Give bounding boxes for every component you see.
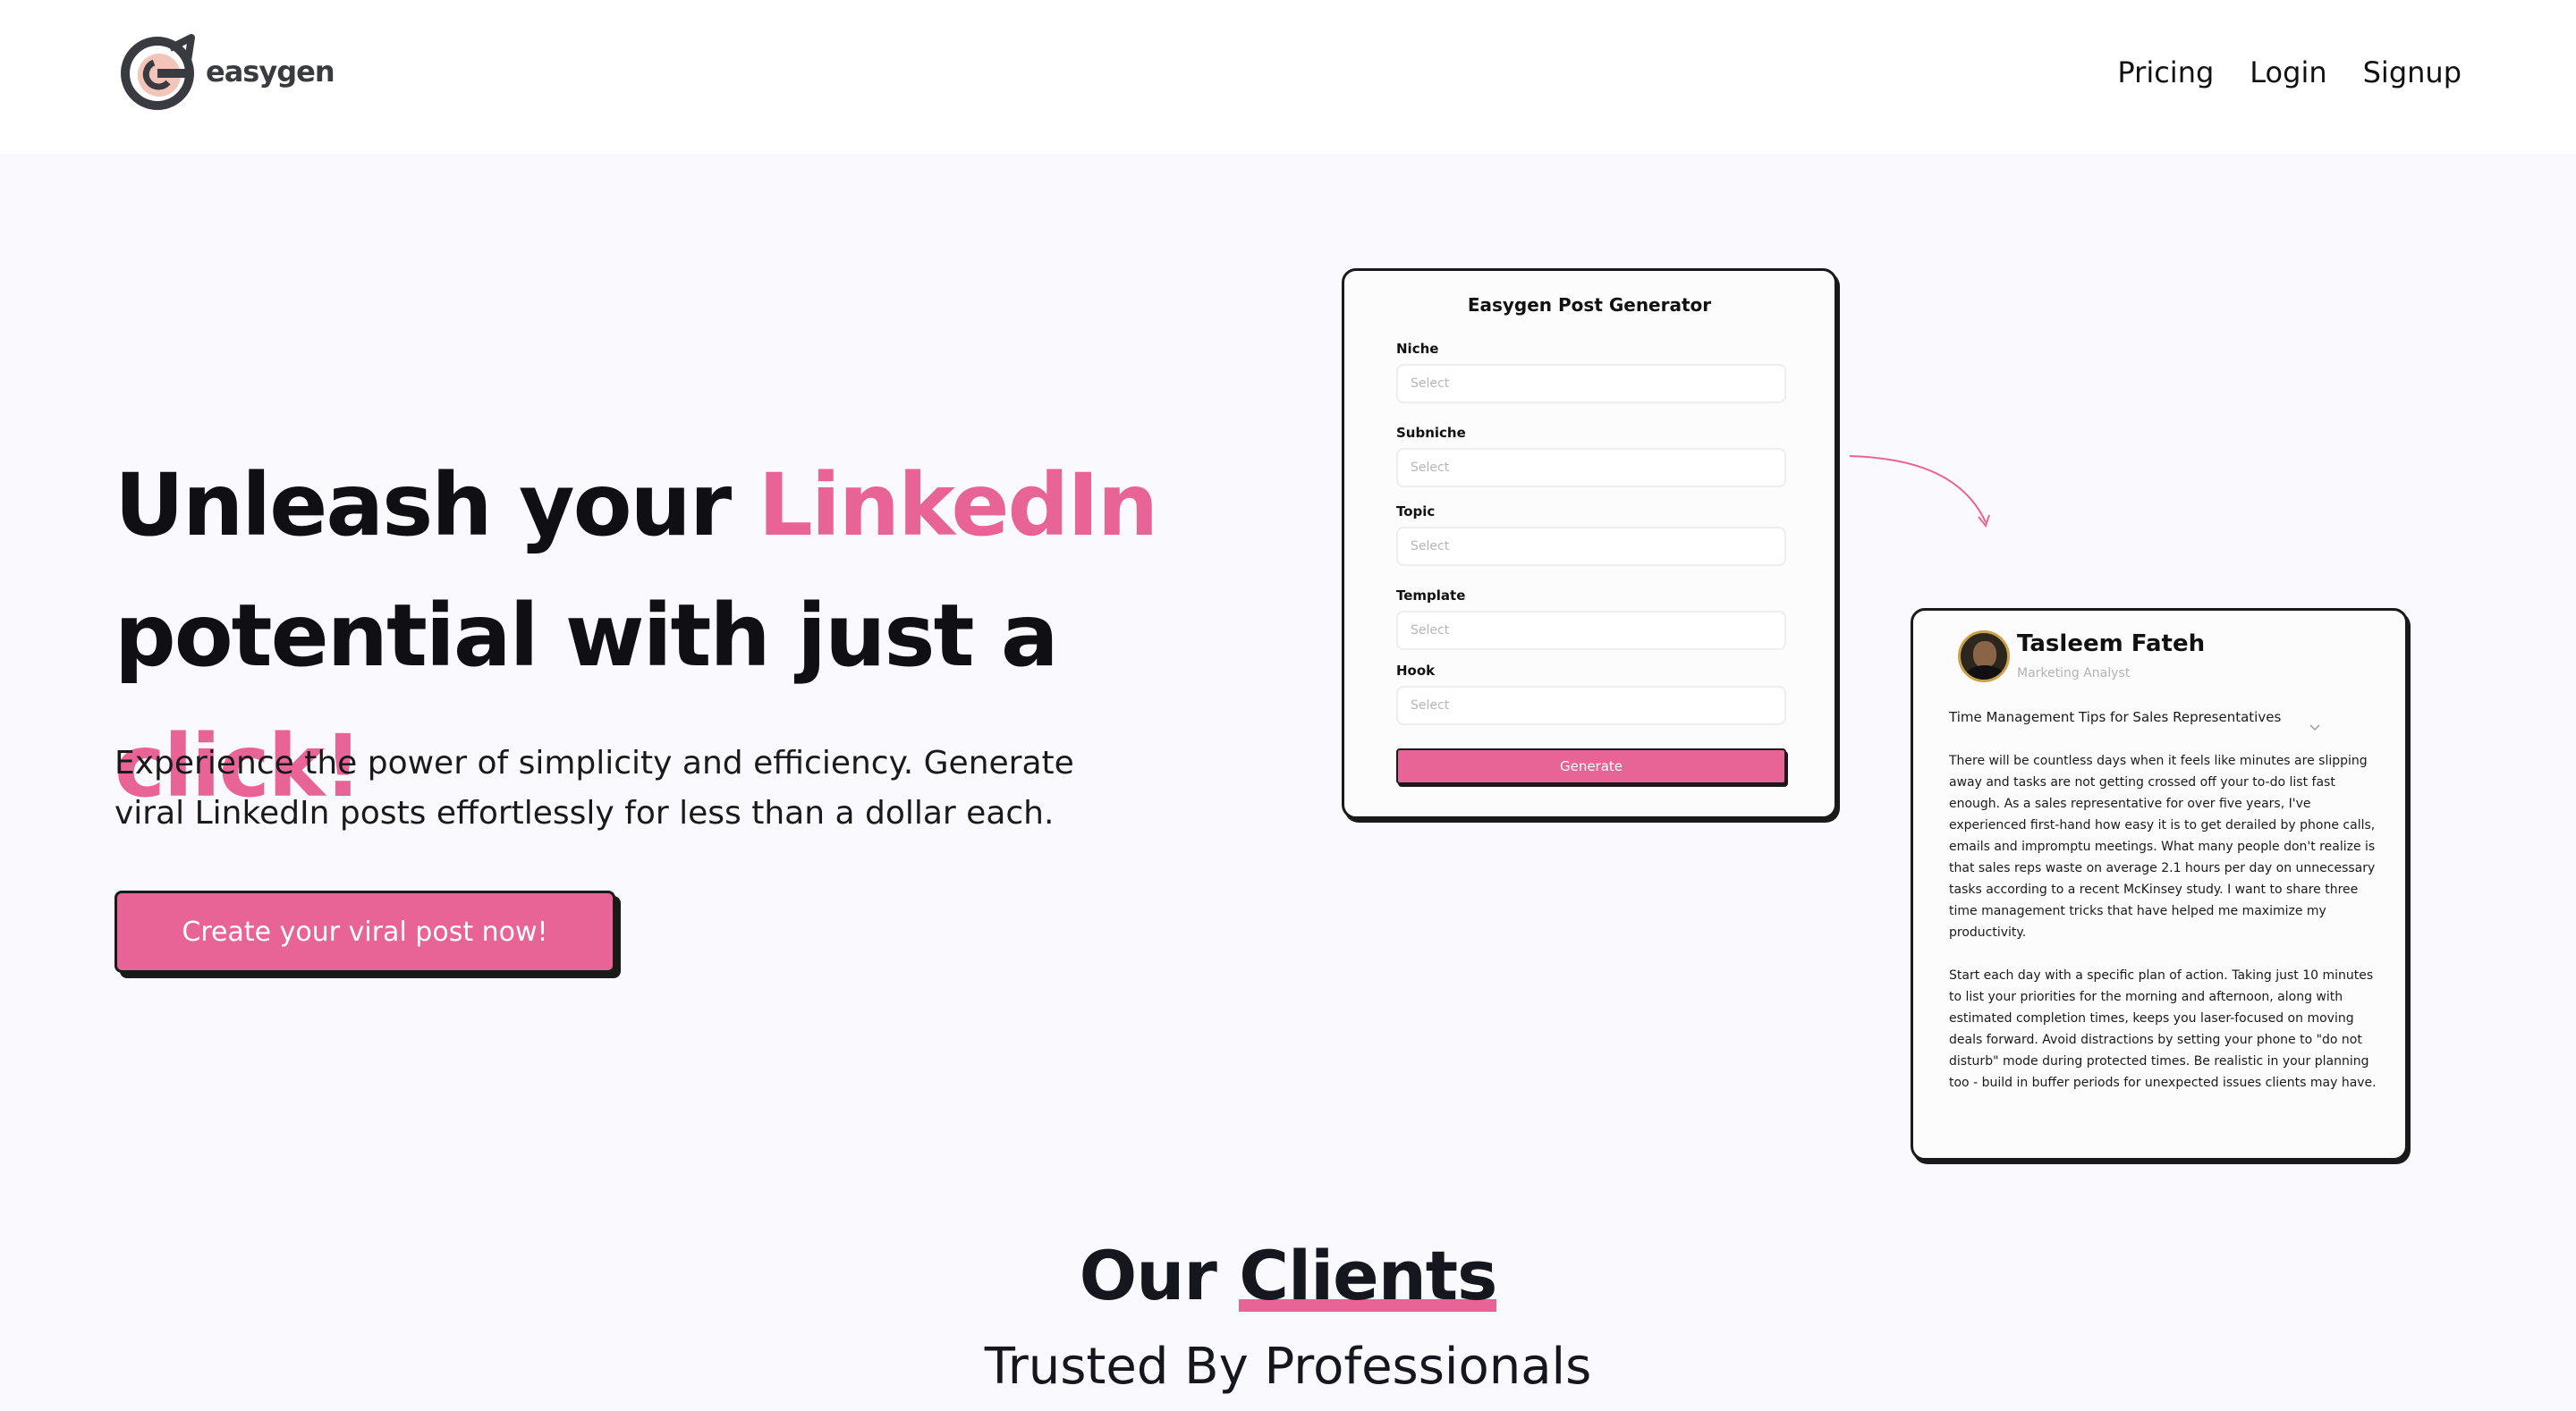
chevron-down-icon[interactable] [2309,722,2321,734]
avatar-head [1973,641,1996,668]
hook-select[interactable]: Select [1396,686,1786,725]
linkedin-post-card: Tasleem Fateh Marketing Analyst Time Man… [1911,608,2408,1161]
author-name: Tasleem Fateh [2017,630,2206,657]
niche-label: Niche [1396,341,1439,357]
post-body: There will be countless days when it fee… [1949,750,2380,1115]
subniche-label: Subniche [1396,425,1466,441]
create-post-button[interactable]: Create your viral post now! [114,891,615,973]
nav-pricing[interactable]: Pricing [2117,55,2214,89]
avatar-body [1964,665,2005,680]
clients-subtitle: Trusted By Professionals [984,1338,1592,1396]
niche-select[interactable]: Select [1396,364,1786,403]
easygen-logo-icon [121,34,195,110]
hero-subtitle: Experience the power of simplicity and e… [114,745,1074,832]
author-role: Marketing Analyst [2017,666,2131,680]
hero-title-part1: Unleash your [114,455,758,555]
curved-arrow-icon [1849,455,1990,528]
generate-button[interactable]: Generate [1396,748,1786,784]
nav-signup[interactable]: Signup [2363,55,2462,89]
hero-title-part2: potential with just a [114,586,1059,686]
avatar [1958,630,2010,682]
hook-label: Hook [1396,663,1436,679]
template-label: Template [1396,587,1466,604]
clients-title-highlight: Clients [1239,1236,1497,1315]
generator-title: Easygen Post Generator [1467,294,1712,316]
hero-title-highlight-linkedin: LinkedIn [758,455,1159,555]
subniche-select[interactable]: Select [1396,448,1786,487]
post-generator-card: Easygen Post Generator Niche Select Subn… [1342,268,1837,819]
main-nav: Pricing Login Signup [2117,55,2462,89]
topic-label: Topic [1396,503,1436,520]
site-header: easygen Pricing Login Signup [0,0,2576,154]
topic-select[interactable]: Select [1396,527,1786,566]
template-select[interactable]: Select [1396,611,1786,650]
post-paragraph: Start each day with a specific plan of a… [1949,968,2377,1090]
nav-login[interactable]: Login [2250,55,2326,89]
logo[interactable]: easygen [118,30,335,113]
clients-title: Our Clients [0,1236,2576,1315]
post-paragraph: There will be countless days when it fee… [1949,754,2376,940]
post-headline: Time Management Tips for Sales Represent… [1949,709,2282,725]
logo-text: easygen [206,55,335,89]
clients-title-part1: Our [1079,1236,1240,1315]
